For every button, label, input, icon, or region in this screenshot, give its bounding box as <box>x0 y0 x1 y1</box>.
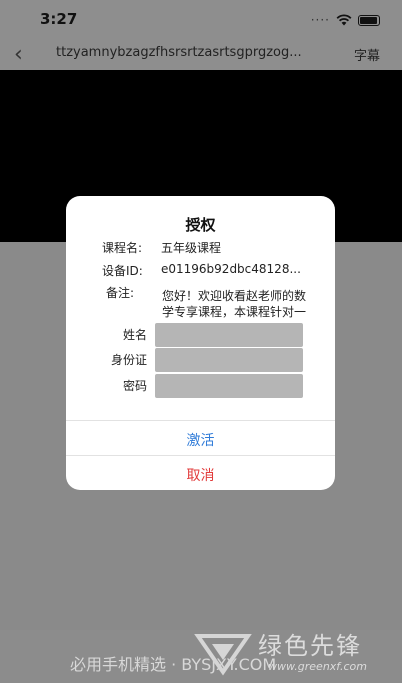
dialog-title: 授权 <box>185 216 216 234</box>
course-label: 课程名: <box>102 241 143 255</box>
divider <box>66 420 335 421</box>
status-time: 3:27 <box>40 10 78 28</box>
remark-value: 您好！欢迎收看赵老师的数学专享课程，本课程针对一年级学 <box>162 289 307 319</box>
nav-title: ttzyamnybzagzfhsrsrtzasrtsgprgzog... <box>56 45 302 60</box>
authorization-dialog: 授权 课程名: 五年级课程 设备ID: e01196b92dbc48128...… <box>66 196 335 490</box>
cancel-button[interactable]: 取消 <box>66 465 335 485</box>
name-label: 姓名 <box>122 328 147 342</box>
divider <box>66 455 335 456</box>
status-icons: ···· <box>311 13 380 27</box>
status-bar: 3:27 ···· <box>0 0 402 38</box>
activate-button[interactable]: 激活 <box>66 430 335 450</box>
remark-label: 备注: <box>106 286 135 300</box>
password-input[interactable] <box>155 374 303 398</box>
password-label: 密码 <box>122 379 147 393</box>
watermark-url: www.greenxf.com <box>268 660 367 673</box>
nav-bar: ‹ ttzyamnybzagzfhsrsrtzasrtsgprgzog... 字… <box>0 38 402 70</box>
name-input[interactable] <box>155 323 303 347</box>
battery-icon <box>358 14 380 26</box>
wifi-icon <box>336 14 352 26</box>
id-label: 身份证 <box>110 353 147 367</box>
id-number-input[interactable] <box>155 348 303 372</box>
device-value: e01196b92dbc48128... <box>161 262 301 276</box>
back-button[interactable]: ‹ <box>14 42 23 67</box>
course-value: 五年级课程 <box>161 241 222 255</box>
signal-icon: ···· <box>310 13 330 27</box>
subtitle-button[interactable]: 字幕 <box>354 45 380 64</box>
watermark-brand: 绿色先锋 <box>258 632 362 660</box>
device-label: 设备ID: <box>102 264 143 278</box>
